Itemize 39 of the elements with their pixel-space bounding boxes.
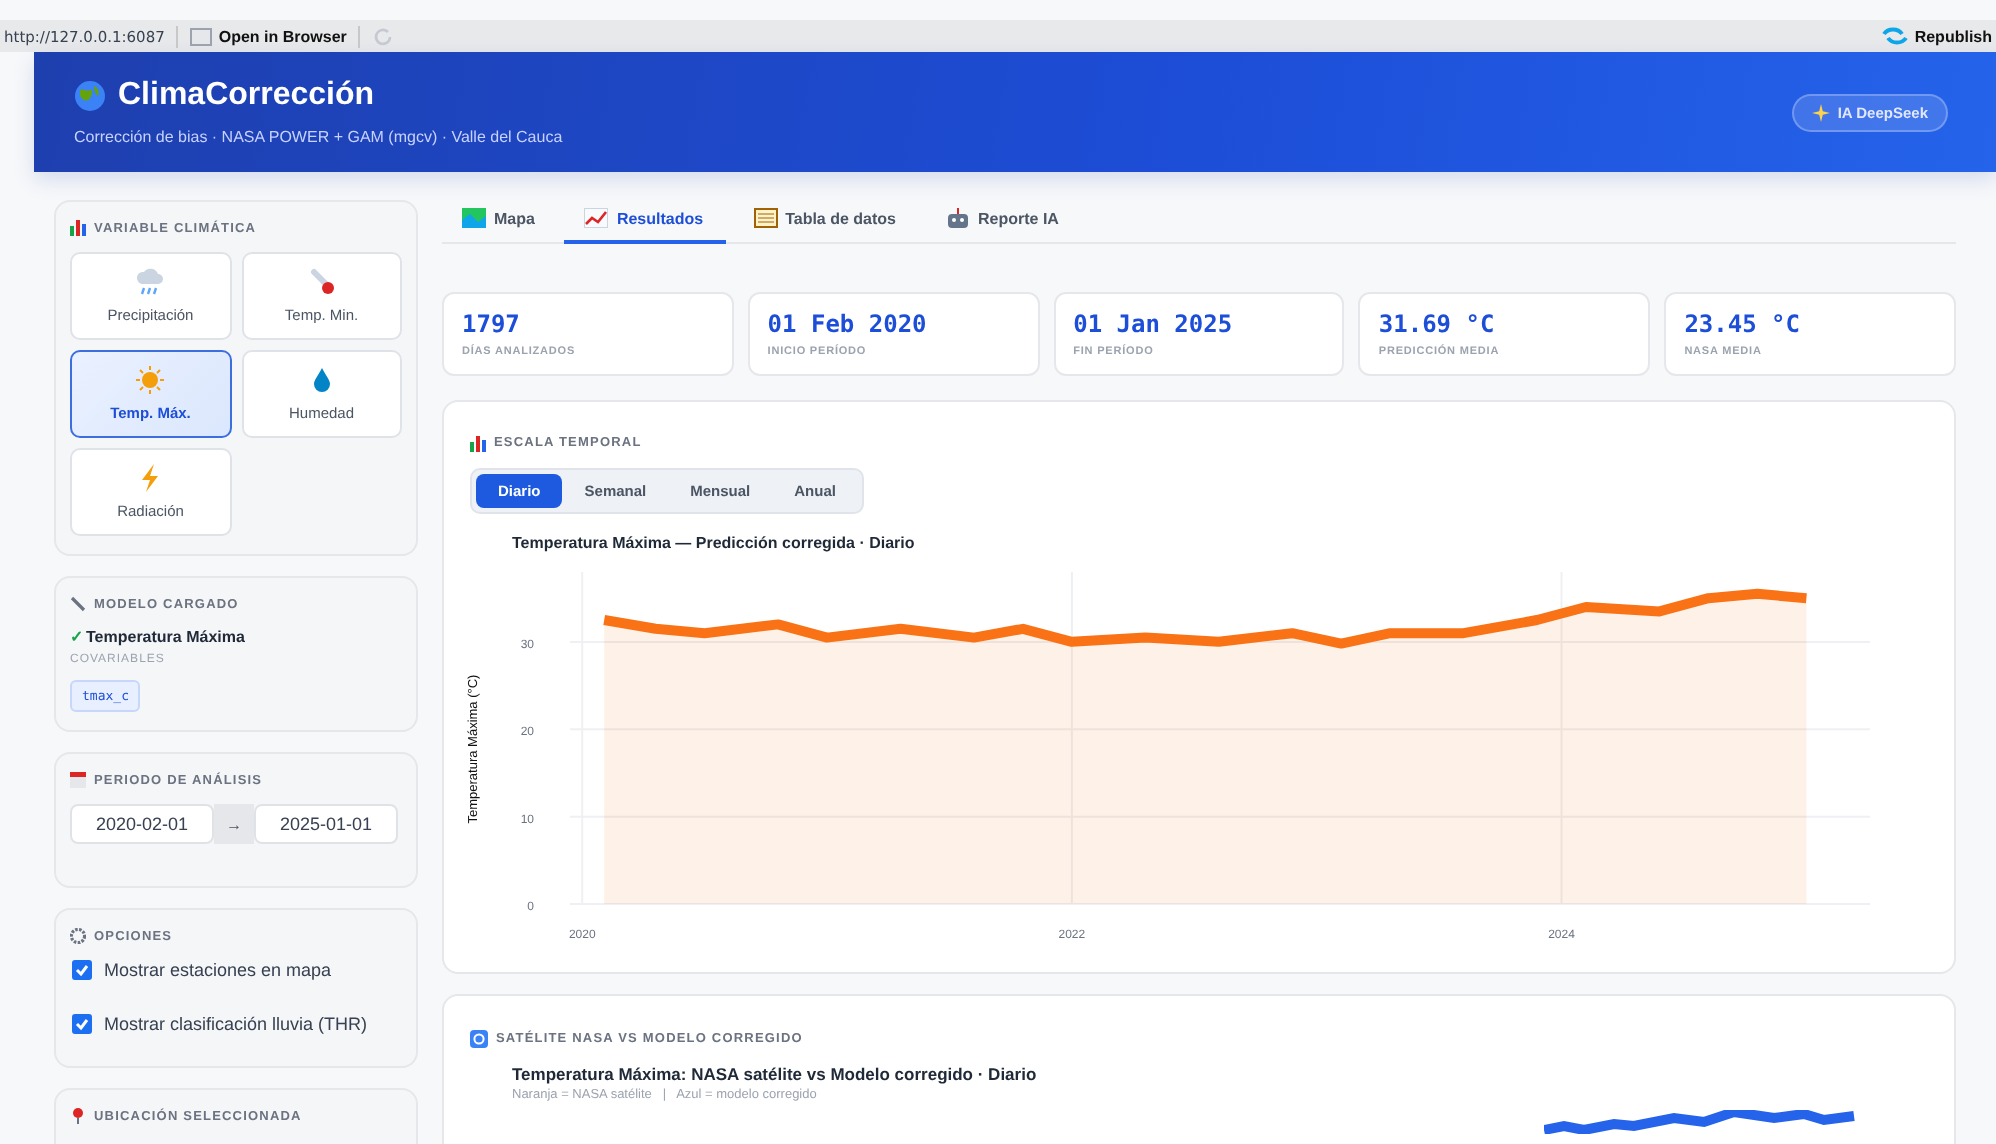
tab[interactable]: Resultados — [564, 196, 726, 244]
gear-icon — [70, 928, 86, 944]
stat-value: 01 Jan 2025 — [1073, 309, 1235, 337]
globe-icon — [74, 80, 106, 112]
calendar-icon — [70, 772, 86, 788]
chart-title: Temperatura Máxima: NASA satélite vs Modelo corregido · Diario — [512, 1063, 1039, 1083]
tab[interactable]: Reporte IA — [926, 196, 1081, 244]
bar-chart-icon — [70, 220, 86, 236]
option-label: Mostrar estaciones en mapa — [104, 960, 332, 980]
sparkle-icon — [1811, 103, 1830, 121]
robot-icon — [946, 208, 970, 228]
line-chart-icon — [584, 208, 609, 228]
bar-chart-icon — [470, 435, 486, 451]
stat-value: 31.69 °C — [1378, 309, 1497, 337]
sync-icon — [1882, 26, 1909, 46]
open-in-browser-button[interactable]: Open in Browser — [190, 27, 347, 45]
model-name: Temperatura Máxima — [86, 628, 245, 646]
chart-title: Temperatura Máxima — Predicción corregida · Diario — [512, 533, 917, 551]
checkbox[interactable] — [72, 960, 92, 980]
notepad-icon — [753, 208, 778, 228]
window-icon — [190, 27, 213, 45]
start-date-field[interactable]: 2020-02-01 — [70, 804, 214, 844]
checkbox[interactable] — [72, 1014, 92, 1034]
pin-icon — [70, 1108, 86, 1124]
rain-cloud-icon — [134, 268, 167, 296]
app-title: ClimaCorrección — [118, 78, 375, 114]
stat-value: 01 Feb 2020 — [767, 309, 929, 337]
tab[interactable]: Tabla de datos — [733, 196, 918, 244]
republish-button[interactable]: Republish — [1882, 26, 1992, 46]
thermometer-icon — [305, 268, 338, 296]
tab[interactable]: Mapa — [442, 196, 557, 244]
app-subtitle: Corrección de bias · NASA POWER + GAM (mgcv) · Valle del Cauca — [74, 128, 563, 146]
check-mark: ✓ — [70, 628, 84, 646]
stat-value: 1797 — [462, 309, 522, 337]
map-icon — [462, 208, 486, 228]
option-label: Mostrar clasificación lluvia (THR) — [104, 1014, 368, 1034]
sun-icon — [134, 366, 167, 394]
stat-value: 23.45 °C — [1684, 309, 1802, 337]
end-date-field[interactable]: 2025-01-01 — [254, 804, 398, 844]
